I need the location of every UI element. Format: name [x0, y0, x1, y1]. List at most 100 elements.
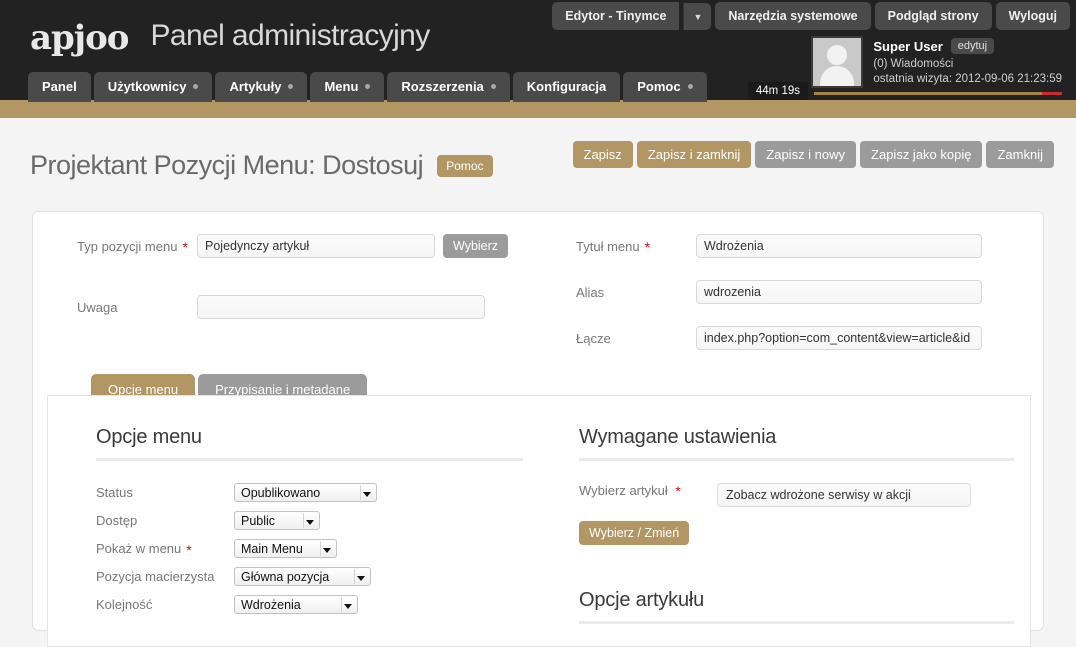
chevron-down-icon[interactable]: ▼	[683, 2, 712, 30]
menu-options-section: Opcje menu Status Opublikowano Dostęp Pu…	[48, 426, 539, 646]
username-row: Super User edytuj	[873, 38, 1062, 54]
field-row-alias: Alias wdrozenia	[546, 280, 1043, 304]
option-row-parent-item: Pozycja macierzysta Główna pozycja	[82, 567, 523, 586]
nav-item-label: Pomoc	[637, 79, 681, 94]
top-form-columns: Typ pozycji menu * Pojedynczy artykuł Wy…	[33, 212, 1043, 364]
select-article-label: Wybierz artykuł *	[565, 483, 717, 498]
top-form-right-column: Tytuł menu * Wdrożenia Alias wdrozenia Ł…	[538, 234, 1043, 364]
option-row-status: Status Opublikowano	[82, 483, 523, 502]
option-row-ordering: Kolejność Wdrożenia	[82, 595, 523, 614]
link-label: Łącze	[546, 331, 696, 346]
link-input[interactable]: index.php?option=com_content&view=articl…	[696, 326, 982, 350]
top-form-left-column: Typ pozycji menu * Pojedynczy artykuł Wy…	[33, 234, 538, 364]
main-navigation: Panel Użytkownicy Artykuły Menu Rozszerz…	[28, 72, 707, 102]
top-button-system-tools[interactable]: Narzędzia systemowe	[715, 2, 871, 30]
option-row-show-in-menu: Pokaż w menu * Main Menu	[82, 539, 523, 558]
top-button-bar: Edytor - Tinymce ▼ Narzędzia systemowe P…	[552, 2, 1070, 30]
session-progress-fill	[814, 92, 1043, 95]
nav-item-label: Panel	[42, 79, 77, 94]
save-and-close-button[interactable]: Zapisz i zamknij	[636, 141, 752, 168]
alias-label-text: Alias	[576, 284, 605, 300]
access-label: Dostęp	[82, 513, 234, 528]
select-article-label-text: Wybierz artykuł	[579, 483, 668, 498]
save-as-copy-button[interactable]: Zapisz jako kopię	[860, 141, 983, 168]
nav-item-label: Konfiguracja	[526, 79, 607, 94]
top-button-logout[interactable]: Wyloguj	[995, 2, 1070, 30]
nav-item-extensions[interactable]: Rozszerzenia	[387, 72, 510, 102]
app-title: Panel administracyjny	[150, 19, 430, 52]
menu-title-input[interactable]: Wdrożenia	[696, 234, 982, 258]
user-details: Super User edytuj (0) Wiadomości ostatni…	[873, 36, 1062, 88]
app-header: apjoo Panel administracyjny Edytor - Tin…	[0, 0, 1076, 102]
dropdown-dot-icon	[365, 84, 371, 89]
ordering-label-text: Kolejność	[96, 597, 153, 612]
menu-type-input[interactable]: Pojedynczy artykuł	[197, 234, 435, 258]
field-row-menu-title: Tytuł menu * Wdrożenia	[546, 234, 1043, 258]
main-form-panel: Typ pozycji menu * Pojedynczy artykuł Wy…	[32, 211, 1044, 647]
show-in-menu-label: Pokaż w menu *	[82, 541, 234, 557]
alias-label: Alias	[546, 285, 696, 300]
dropdown-dot-icon	[288, 84, 294, 89]
access-label-text: Dostęp	[96, 513, 138, 528]
select-change-article-button[interactable]: Wybierz / Zmień	[579, 521, 690, 545]
status-select[interactable]: Opublikowano	[234, 483, 377, 502]
app-logo[interactable]: apjoo	[30, 18, 129, 58]
user-info-block: Super User edytuj (0) Wiadomości ostatni…	[811, 36, 1062, 88]
save-and-new-button[interactable]: Zapisz i nowy	[755, 141, 857, 168]
session-timer-badge: 44m 19s	[747, 82, 808, 100]
page-title: Projektant Pozycji Menu: Dostosuj	[30, 150, 424, 180]
help-button[interactable]: Pomoc	[437, 154, 493, 177]
dropdown-dot-icon	[687, 84, 693, 89]
article-options-heading: Opcje artykułu	[579, 589, 705, 611]
avatar-head-shape	[827, 45, 848, 65]
top-button-editor[interactable]: Edytor - Tinymce	[552, 2, 680, 30]
parent-item-select[interactable]: Główna pozycja	[234, 567, 371, 586]
menu-options-heading: Opcje menu	[96, 426, 202, 448]
field-row-menu-type: Typ pozycji menu * Pojedynczy artykuł Wy…	[47, 234, 538, 258]
nav-item-label: Użytkownicy	[107, 79, 187, 94]
nav-item-panel[interactable]: Panel	[28, 72, 91, 102]
messages-count[interactable]: (0) Wiadomości	[873, 58, 1062, 70]
tab-content-panel: Opcje menu Status Opublikowano Dostęp Pu…	[47, 395, 1031, 647]
show-in-menu-select[interactable]: Main Menu	[234, 539, 337, 558]
status-label: Status	[82, 485, 234, 500]
section-divider	[579, 621, 1014, 624]
selected-article-input[interactable]: Zobacz wdrożone serwisy w akcji	[717, 483, 971, 507]
avatar-body-shape	[820, 66, 855, 86]
menu-type-select-button[interactable]: Wybierz	[443, 234, 509, 258]
required-settings-section: Wymagane ustawienia Wybierz artykuł * Zo…	[539, 426, 1030, 646]
required-indicator: *	[644, 239, 651, 255]
nav-item-label: Artykuły	[229, 79, 282, 94]
logo-text: apjoo	[30, 18, 129, 58]
access-select[interactable]: Public	[234, 511, 320, 530]
edit-profile-button[interactable]: edytuj	[950, 38, 995, 54]
close-button[interactable]: Zamknij	[986, 141, 1054, 168]
parent-item-label: Pozycja macierzysta	[82, 569, 234, 584]
alias-input[interactable]: wdrozenia	[696, 280, 982, 304]
nav-item-menu[interactable]: Menu	[310, 72, 385, 102]
uwaga-input[interactable]	[197, 295, 485, 319]
top-button-preview-site[interactable]: Podgląd strony	[874, 2, 992, 30]
nav-item-label: Menu	[324, 79, 359, 94]
field-row-link: Łącze index.php?option=com_content&view=…	[546, 326, 1043, 350]
gold-divider-band	[0, 100, 1076, 118]
nav-item-articles[interactable]: Artykuły	[215, 72, 308, 102]
parent-item-label-text: Pozycja macierzysta	[96, 569, 215, 584]
avatar	[811, 36, 864, 88]
show-in-menu-label-text: Pokaż w menu	[96, 541, 182, 556]
ordering-select[interactable]: Wdrożenia	[234, 595, 358, 614]
menu-title-label: Tytuł menu *	[546, 239, 696, 255]
option-row-access: Dostęp Public	[82, 511, 523, 530]
field-row-uwaga: Uwaga	[47, 295, 538, 319]
section-divider	[579, 458, 1014, 461]
link-label-text: Łącze	[576, 330, 611, 346]
uwaga-label: Uwaga	[47, 300, 197, 315]
action-toolbar: Zapisz Zapisz i zamknij Zapisz i nowy Za…	[572, 141, 1054, 168]
session-progress-bar	[814, 92, 1062, 95]
save-button[interactable]: Zapisz	[572, 141, 633, 168]
nav-item-help[interactable]: Pomoc	[623, 72, 707, 102]
nav-item-users[interactable]: Użytkownicy	[93, 72, 213, 102]
nav-item-configuration[interactable]: Konfiguracja	[512, 72, 621, 102]
uwaga-label-text: Uwaga	[77, 299, 118, 315]
username: Super User	[873, 38, 943, 54]
